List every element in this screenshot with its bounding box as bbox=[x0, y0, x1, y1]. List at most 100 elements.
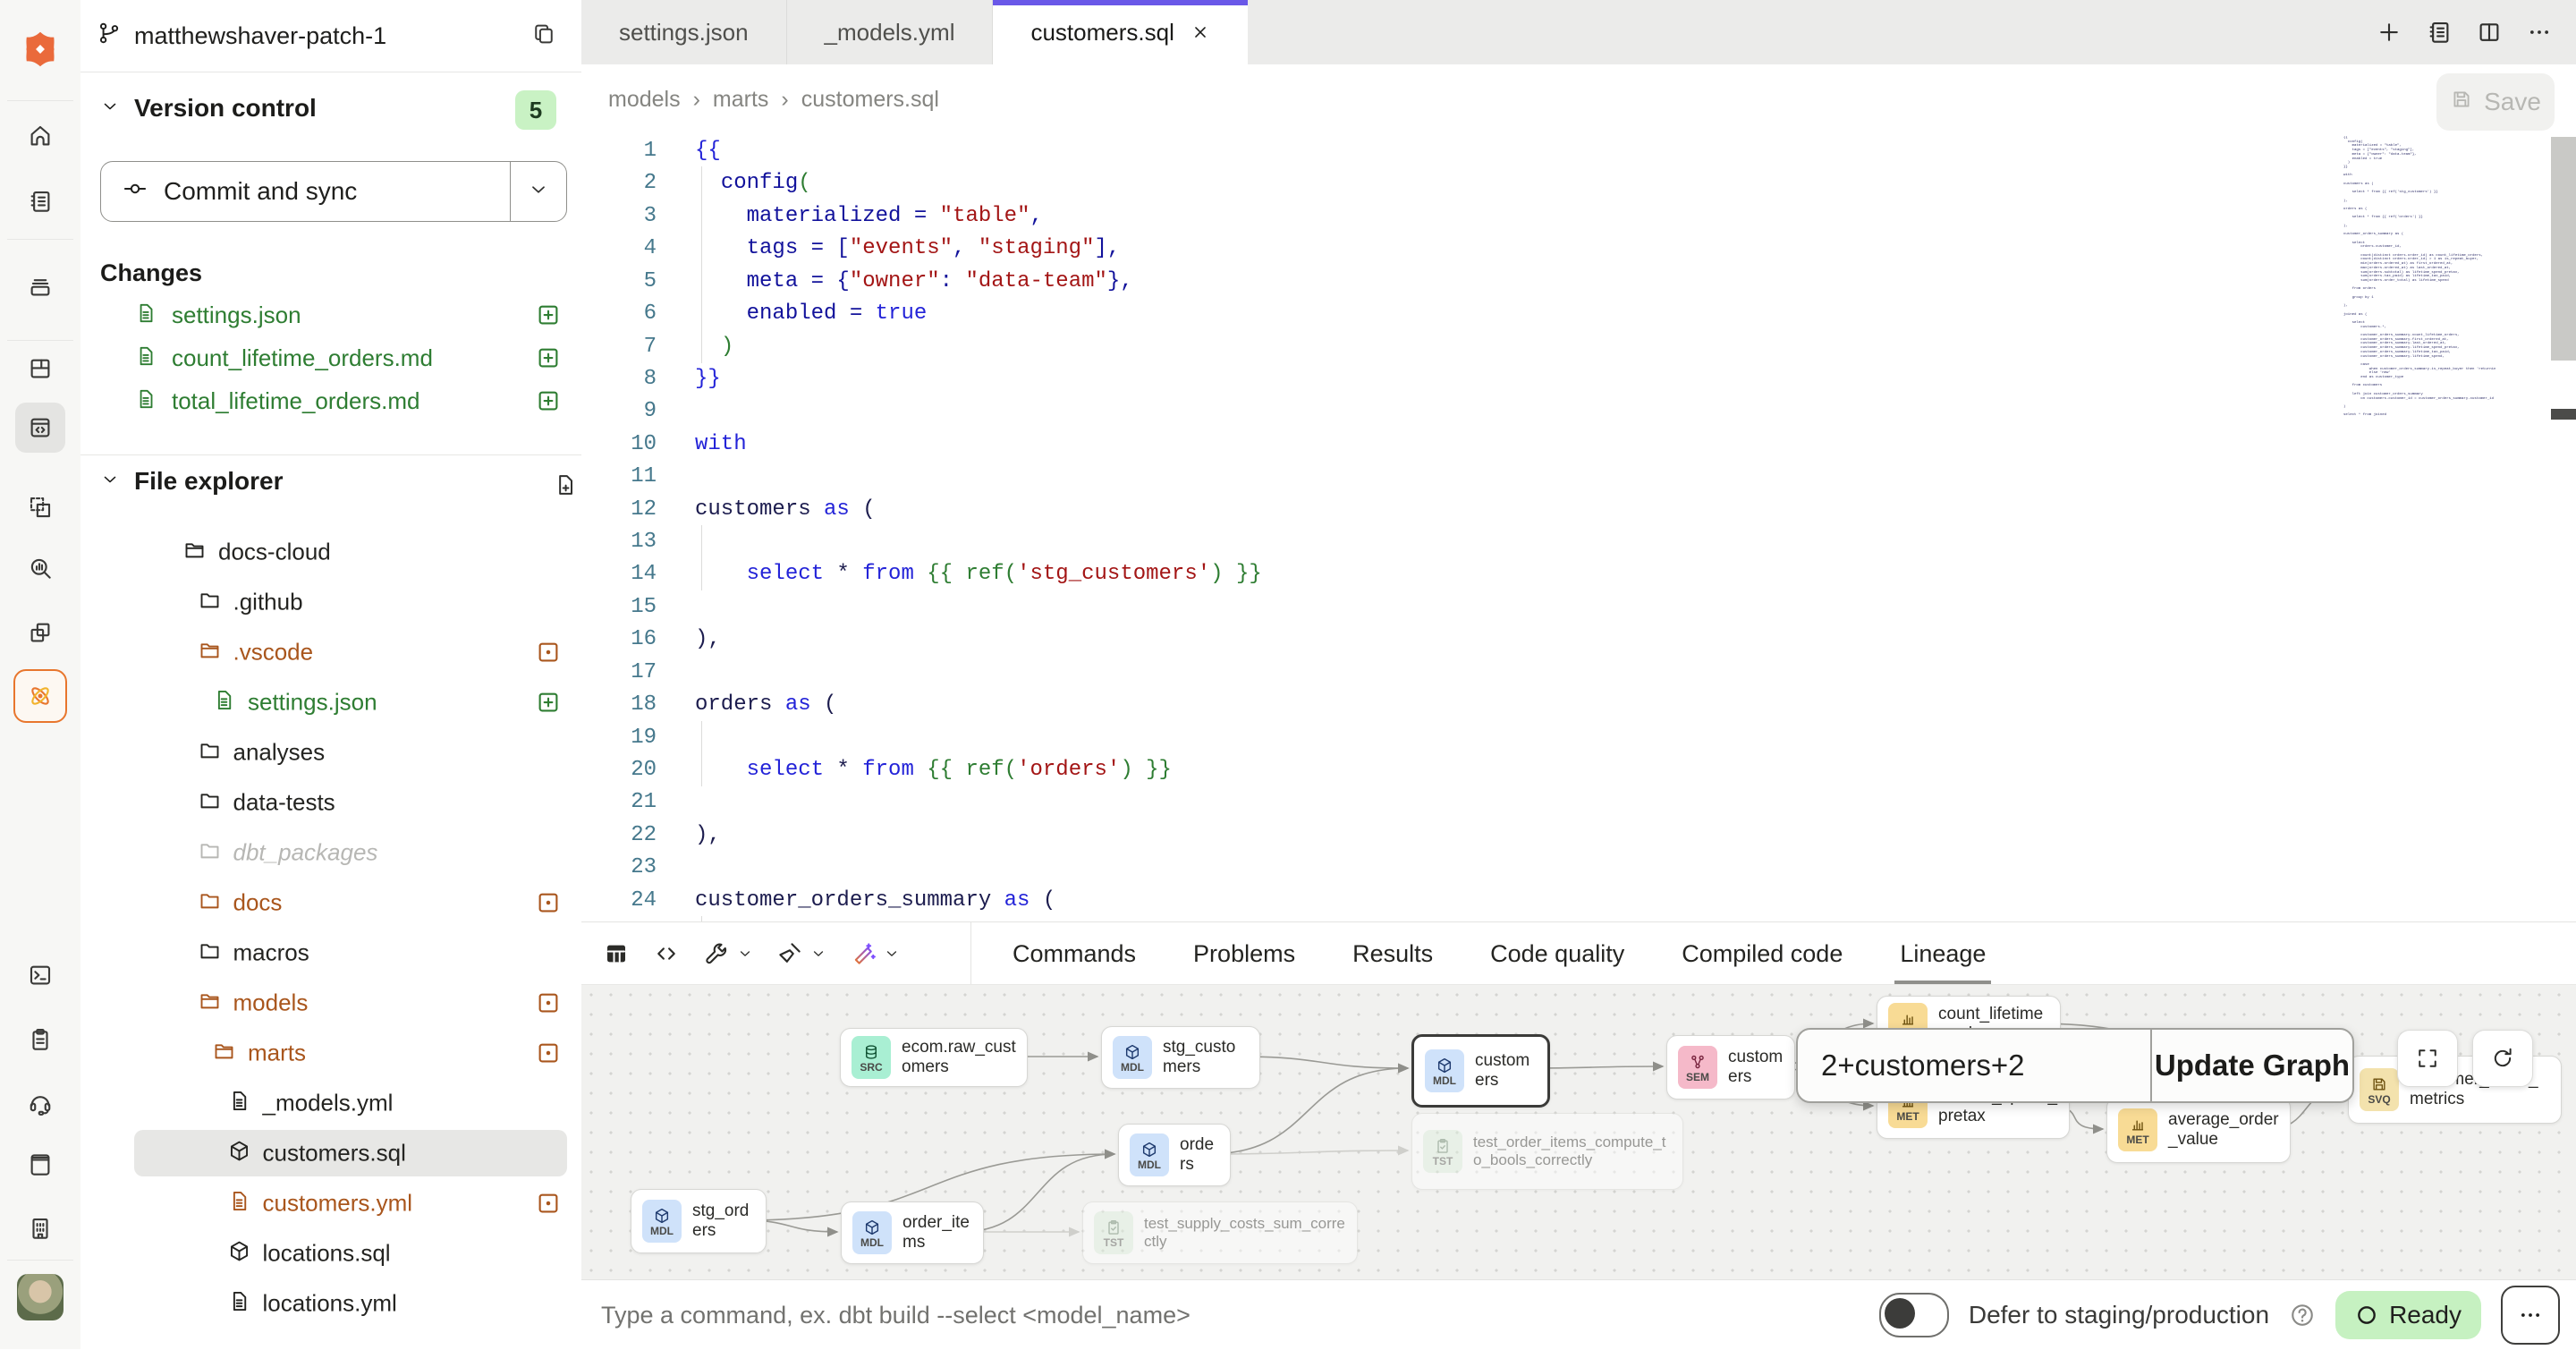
panel-tab-Commands[interactable]: Commands bbox=[1013, 922, 1136, 985]
windows-icon[interactable] bbox=[15, 607, 65, 658]
commit-and-sync-button[interactable]: Commit and sync bbox=[100, 161, 567, 222]
query-search-icon[interactable] bbox=[15, 543, 65, 593]
tree-item-.vscode[interactable]: .vscode bbox=[80, 627, 581, 677]
help-icon[interactable] bbox=[2289, 1302, 2316, 1329]
archive-icon[interactable] bbox=[15, 261, 65, 311]
ellipsis-icon[interactable] bbox=[2526, 19, 2553, 46]
chevron-down-icon[interactable] bbox=[737, 946, 753, 962]
mdl-badge: MDL bbox=[852, 1211, 892, 1254]
code-editor-icon[interactable] bbox=[15, 403, 65, 453]
breadcrumb-models[interactable]: models bbox=[608, 87, 681, 113]
split-columns-icon[interactable] bbox=[2476, 19, 2503, 46]
tree-item-macros[interactable]: macros bbox=[80, 928, 581, 978]
tree-item-locations.sql[interactable]: locations.sql bbox=[80, 1228, 581, 1278]
book-icon[interactable] bbox=[15, 1140, 65, 1190]
node-label: test_supply_costs_sum_correctly bbox=[1144, 1215, 1346, 1250]
tree-item-analyses[interactable]: analyses bbox=[80, 727, 581, 777]
tree-item-docs-cloud[interactable]: docs-cloud bbox=[80, 527, 581, 577]
building-icon[interactable] bbox=[15, 1203, 65, 1253]
lineage-node-average_order_value[interactable]: METaverage_order_value bbox=[2106, 1097, 2291, 1163]
save-button[interactable]: Save bbox=[2436, 73, 2555, 131]
lineage-node-test_order_items_compute_to_bools_correctly[interactable]: TSTtest_order_items_compute_to_bools_cor… bbox=[1411, 1113, 1683, 1190]
headset-icon[interactable] bbox=[15, 1078, 65, 1128]
tree-item-_models.yml[interactable]: _models.yml bbox=[80, 1078, 581, 1128]
file-explorer-header[interactable]: File explorer bbox=[100, 467, 284, 496]
modified-badge-icon[interactable] bbox=[535, 639, 562, 666]
lineage-node-stg_customers[interactable]: MDLstg_customers bbox=[1101, 1026, 1260, 1089]
home-icon[interactable] bbox=[15, 111, 65, 161]
ai-fix-pen-icon[interactable] bbox=[850, 940, 900, 967]
lineage-node-ecom.raw_customers[interactable]: SRCecom.raw_customers bbox=[840, 1028, 1028, 1087]
refresh-graph-button[interactable] bbox=[2472, 1030, 2533, 1087]
checklist-icon[interactable] bbox=[15, 1015, 65, 1065]
commit-options-dropdown[interactable] bbox=[510, 162, 566, 221]
panel-tab-Results[interactable]: Results bbox=[1352, 922, 1433, 985]
panel-tab-Compiled code[interactable]: Compiled code bbox=[1682, 922, 1843, 985]
code-editor[interactable]: {{ config( materialized = "table", tags … bbox=[581, 134, 2576, 921]
tree-item-customers.sql[interactable]: customers.sql bbox=[80, 1128, 581, 1178]
format-wrench-icon[interactable] bbox=[703, 940, 753, 967]
dashboard-icon[interactable] bbox=[15, 344, 65, 394]
close-tab-icon[interactable] bbox=[1191, 22, 1210, 42]
stage-file-icon[interactable] bbox=[535, 387, 562, 414]
lineage-node-test_supply_costs_sum_correctly[interactable]: TSTtest_supply_costs_sum_correctly bbox=[1082, 1201, 1358, 1264]
copy-branch-icon[interactable] bbox=[531, 21, 556, 51]
table-grid-icon[interactable] bbox=[603, 940, 630, 967]
tab-settings.json[interactable]: settings.json bbox=[581, 0, 787, 64]
stage-file-icon[interactable] bbox=[535, 344, 562, 371]
panel-tab-Problems[interactable]: Problems bbox=[1193, 922, 1295, 985]
tab-customers.sql[interactable]: customers.sql bbox=[993, 0, 1247, 64]
code-tag-icon[interactable] bbox=[653, 940, 680, 967]
node-label: order_items bbox=[902, 1213, 972, 1252]
lineage-node-orders[interactable]: MDLorders bbox=[1118, 1124, 1231, 1186]
more-options-button[interactable] bbox=[2501, 1286, 2560, 1345]
tree-item-marts[interactable]: marts bbox=[80, 1028, 581, 1078]
select-area-icon[interactable] bbox=[15, 482, 65, 532]
avatar-icon[interactable] bbox=[15, 1272, 65, 1322]
stage-file-icon[interactable] bbox=[535, 301, 562, 328]
added-badge-icon[interactable] bbox=[535, 689, 562, 716]
clean-broom-icon[interactable] bbox=[776, 940, 826, 967]
version-control-header[interactable]: Version control bbox=[100, 94, 317, 123]
fullscreen-button[interactable] bbox=[2397, 1030, 2458, 1087]
modified-badge-icon[interactable] bbox=[535, 1190, 562, 1217]
new-file-icon[interactable] bbox=[553, 472, 578, 502]
terminal-icon[interactable] bbox=[15, 950, 65, 1000]
plus-icon[interactable] bbox=[2376, 19, 2402, 46]
command-input[interactable]: Type a command, ex. dbt build --select <… bbox=[601, 1280, 1191, 1350]
branch-selector[interactable]: matthewshaver-patch-1 bbox=[97, 0, 386, 72]
changed-file-settings.json[interactable]: settings.json bbox=[80, 293, 581, 336]
breadcrumb-marts[interactable]: marts bbox=[713, 87, 769, 113]
tab-_models.yml[interactable]: _models.yml bbox=[787, 0, 994, 64]
journal-icon[interactable] bbox=[15, 176, 65, 226]
tree-item-settings.json[interactable]: settings.json bbox=[80, 677, 581, 727]
tree-item-data-tests[interactable]: data-tests bbox=[80, 777, 581, 828]
modified-badge-icon[interactable] bbox=[535, 889, 562, 916]
chevron-down-icon[interactable] bbox=[810, 946, 826, 962]
journal-icon[interactable] bbox=[2426, 19, 2453, 46]
changed-file-count_lifetime_orders.md[interactable]: count_lifetime_orders.md bbox=[80, 336, 581, 379]
tree-item-dbt_packages[interactable]: dbt_packages bbox=[80, 828, 581, 878]
lineage-canvas[interactable]: SRCecom.raw_customers MDLstg_customers MDL… bbox=[581, 984, 2576, 1280]
changed-file-total_lifetime_orders.md[interactable]: total_lifetime_orders.md bbox=[80, 379, 581, 422]
modified-badge-icon[interactable] bbox=[535, 989, 562, 1016]
panel-tab-Code quality[interactable]: Code quality bbox=[1490, 922, 1624, 985]
chevron-down-icon[interactable] bbox=[884, 946, 900, 962]
tree-item-docs[interactable]: docs bbox=[80, 878, 581, 928]
tree-item-.github[interactable]: .github bbox=[80, 577, 581, 627]
code-line-1: 1{{ bbox=[581, 134, 2576, 167]
graph-selector-input[interactable]: 2+customers+2 bbox=[1798, 1049, 2150, 1083]
lineage-node-customers[interactable]: MDLcustomers bbox=[1411, 1034, 1550, 1108]
tree-item-customers.yml[interactable]: customers.yml bbox=[80, 1178, 581, 1228]
update-graph-button[interactable]: Update Graph bbox=[2152, 1049, 2352, 1083]
lineage-node-order_items[interactable]: MDL order_items bbox=[841, 1201, 984, 1264]
lineage-node-stg_orders[interactable]: MDLstg_orders bbox=[631, 1189, 767, 1253]
panel-tab-Lineage[interactable]: Lineage bbox=[1900, 922, 1986, 985]
dbt-logo-icon[interactable] bbox=[15, 24, 65, 74]
modified-badge-icon[interactable] bbox=[535, 1040, 562, 1066]
defer-toggle[interactable] bbox=[1879, 1293, 1949, 1337]
copilot-atom-icon[interactable] bbox=[13, 669, 67, 723]
tree-item-locations.yml[interactable]: locations.yml bbox=[80, 1278, 581, 1329]
lineage-node-customers[interactable]: SEMcustomers bbox=[1666, 1035, 1795, 1100]
tree-item-models[interactable]: models bbox=[80, 978, 581, 1028]
